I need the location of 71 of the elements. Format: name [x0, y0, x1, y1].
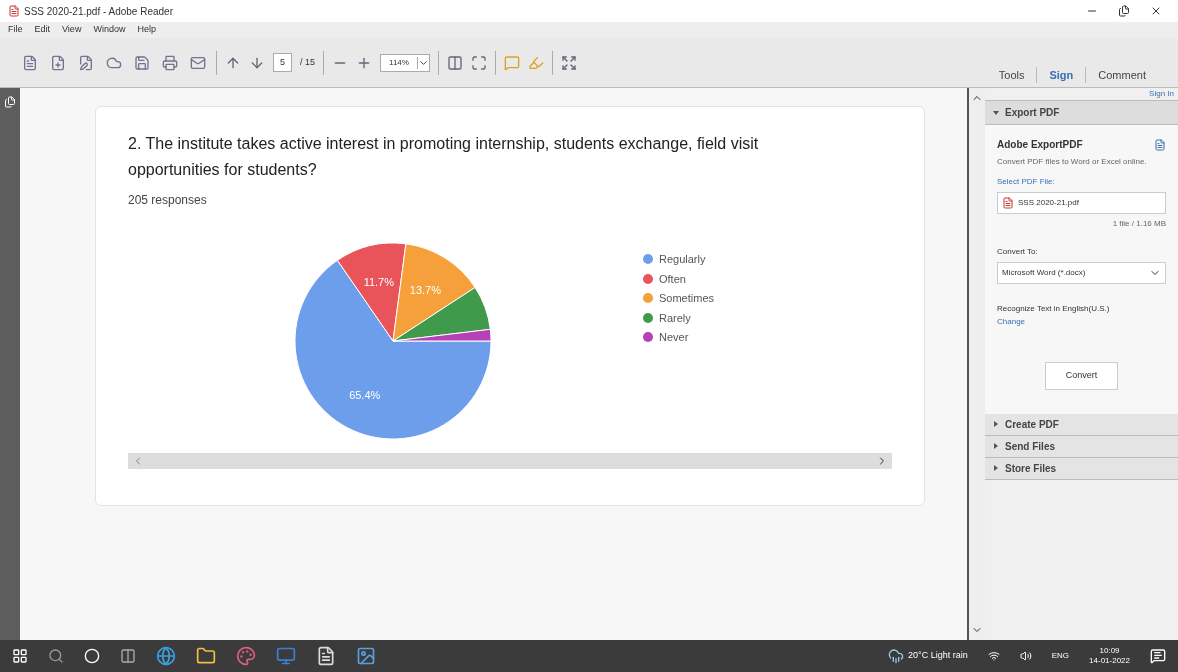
legend-label: Often [659, 271, 686, 287]
app-icon[interactable] [276, 646, 296, 666]
section-header[interactable]: Create PDF [985, 413, 1178, 436]
ocr-text: Recognize Text in English(U.S.) [997, 304, 1111, 313]
response-count: 205 responses [128, 192, 208, 209]
convert-button[interactable]: Convert [1044, 362, 1119, 390]
dropdown-caret-icon[interactable] [416, 56, 429, 69]
expand-button[interactable] [560, 54, 577, 71]
fit-page-button[interactable] [446, 54, 463, 71]
fit-width-button[interactable] [470, 54, 487, 71]
pdf-file-icon [1002, 197, 1014, 209]
menu-item[interactable]: File [8, 23, 23, 37]
change-link[interactable]: Change [997, 317, 1026, 326]
clock-date: 14-01-2022 [1089, 656, 1130, 666]
expanded-triangle-icon [993, 109, 999, 116]
panel-tab[interactable]: Tools [986, 66, 1037, 83]
restore-icon[interactable] [1118, 5, 1130, 17]
legend-label: Sometimes [659, 291, 715, 306]
file-field[interactable]: SSS 2020-21.pdf [997, 192, 1166, 214]
document-icon[interactable] [316, 646, 336, 666]
legend-label: Rarely [659, 310, 691, 326]
collapsed-triangle-icon [993, 443, 999, 449]
panel-tab[interactable]: Comment [1085, 66, 1158, 83]
pages-icon[interactable] [4, 96, 16, 108]
zoom-dropdown[interactable]: 114% [380, 53, 430, 72]
circle-icon[interactable] [84, 648, 100, 664]
legend-label: Never [659, 330, 689, 345]
notifications-icon[interactable] [1150, 648, 1166, 664]
browser-icon[interactable] [156, 646, 176, 666]
page-total: / 15 [300, 55, 316, 69]
convert-to-label: Convert To: [997, 246, 1039, 258]
close-icon[interactable] [1150, 5, 1162, 17]
clock-time: 10:09 [1099, 646, 1120, 656]
section-header[interactable]: Send Files [985, 435, 1178, 458]
slice-label: 13.7% [409, 283, 441, 296]
window-title: SSS 2020-21.pdf - Adobe Reader [24, 4, 173, 19]
image-viewer-icon[interactable] [356, 646, 376, 666]
start-icon[interactable] [12, 648, 28, 664]
folder-icon[interactable] [196, 646, 216, 666]
weather-icon [888, 648, 905, 664]
language-indicator[interactable]: ENG [1051, 650, 1070, 662]
volume-icon [1019, 650, 1032, 662]
palette-icon[interactable] [236, 646, 256, 666]
vertical-scrollbar[interactable] [967, 88, 985, 640]
file-info: 1 file / 1.16 MB [1112, 218, 1166, 230]
collapsed-triangle-icon [993, 421, 999, 427]
menu-item[interactable]: Window [93, 23, 126, 37]
legend-label: Regularly [659, 252, 706, 267]
menu-item[interactable]: Help [137, 23, 156, 37]
format-dropdown[interactable]: Microsoft Word (*.docx) [997, 262, 1166, 284]
panel-tab[interactable]: Sign [1036, 66, 1086, 83]
page-number-field[interactable]: 5 [273, 52, 292, 73]
task-view-icon[interactable] [120, 648, 136, 664]
select-file-label: Select PDF File: [997, 176, 1056, 188]
slice-label: 11.7% [363, 275, 394, 288]
service-title: Adobe ExportPDF [997, 138, 1083, 152]
service-description: Convert PDF files to Word or Excel online. [997, 156, 1148, 168]
menu-item[interactable]: View [62, 23, 82, 37]
weather-text: 20°C Light rain [908, 649, 968, 663]
slice-label: 65.4% [349, 388, 381, 401]
document-icon [1154, 138, 1166, 151]
sign-in-link[interactable]: Sign In [1145, 88, 1178, 100]
wifi-icon [987, 650, 1000, 662]
section-header[interactable]: Export PDF [985, 100, 1178, 125]
section-header[interactable]: Store Files [985, 457, 1178, 480]
pdf-file-icon [8, 5, 20, 17]
question-text: 2. The institute takes active interest in promoting internship, students exchange, field visit opportunities for students? [128, 134, 760, 180]
horizontal-scrollbar[interactable] [128, 453, 892, 469]
search-icon[interactable] [48, 648, 64, 664]
collapsed-triangle-icon [993, 465, 999, 471]
menu-item[interactable]: Edit [34, 23, 51, 37]
